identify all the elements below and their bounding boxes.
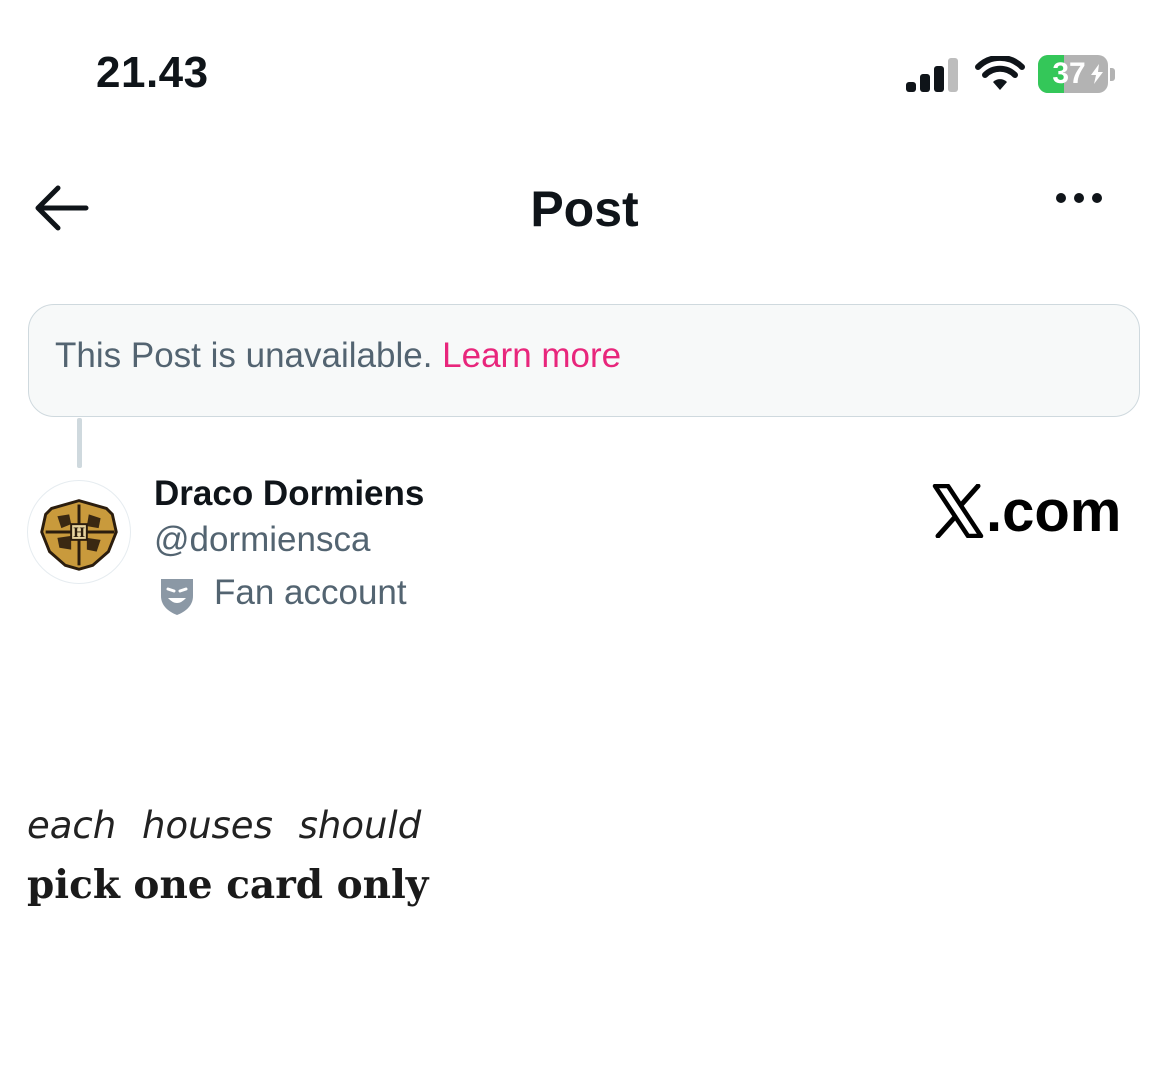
fan-account-label: Fan account [214, 573, 407, 612]
avatar[interactable]: H [27, 480, 131, 584]
thread-connector-line [77, 418, 82, 468]
wifi-icon [975, 56, 1025, 90]
watermark-text: .com [986, 479, 1122, 544]
charging-bolt-icon [1091, 64, 1103, 84]
notice-text: This Post is unavailable. [55, 336, 433, 375]
svg-text:H: H [73, 526, 85, 541]
author-display-name[interactable]: Draco Dormiens [154, 474, 424, 514]
battery-cap [1110, 68, 1115, 81]
cellular-signal-icon [906, 58, 958, 92]
post-text-line-2: pick one card only [27, 862, 429, 908]
author-handle[interactable]: @dormiensca [154, 520, 370, 560]
battery-indicator: 37 [1038, 55, 1116, 95]
learn-more-link[interactable]: Learn more [442, 336, 621, 375]
x-logo-icon [932, 484, 984, 538]
post-text-line-1: each houses should [27, 804, 422, 847]
theater-mask-shield-icon [161, 579, 193, 615]
unavailable-notice: This Post is unavailable. Learn more [28, 304, 1140, 417]
x-com-watermark: .com [932, 478, 1122, 544]
status-time: 21.43 [96, 48, 209, 97]
more-options-icon[interactable] [1052, 190, 1118, 226]
page-title: Post [530, 181, 639, 237]
hogwarts-crest-icon: H [40, 499, 118, 571]
